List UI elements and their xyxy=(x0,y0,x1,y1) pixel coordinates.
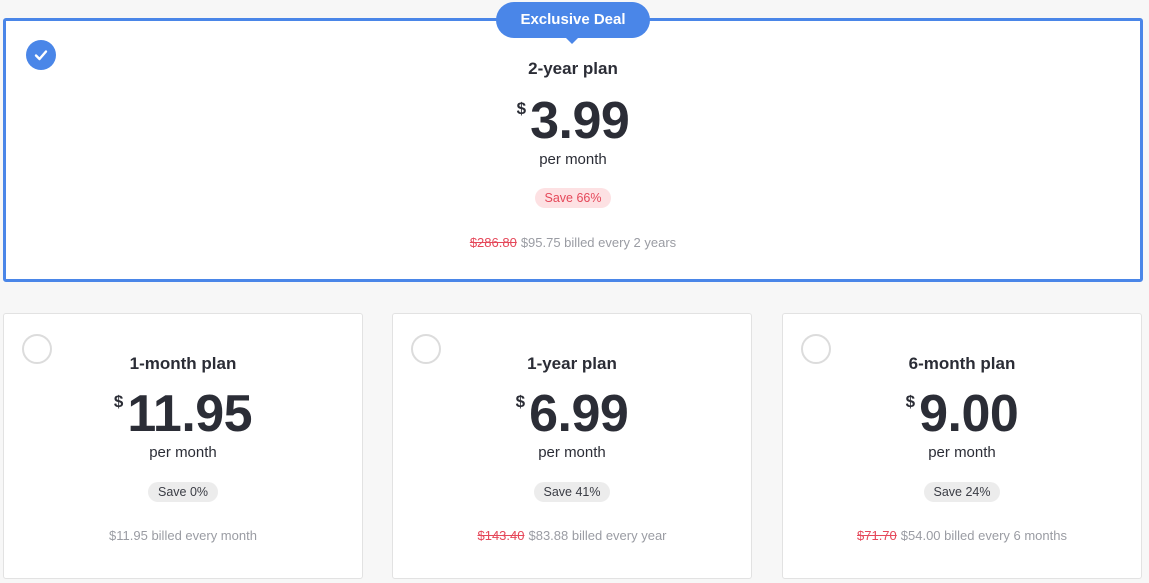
currency-symbol: $ xyxy=(516,99,527,118)
billing-info: $71.70 $54.00 billed every 6 months xyxy=(783,528,1141,543)
plan-card-2-year[interactable]: 2-year plan $ 3.99 per month Save 66% $2… xyxy=(3,18,1143,282)
original-price: $286.80 xyxy=(469,235,517,250)
save-badge: Save 0% xyxy=(147,482,219,502)
billed-text: $95.75 billed every 2 years xyxy=(520,235,677,250)
pricing-page: Exclusive Deal 2-year plan $ 3.99 per mo… xyxy=(0,0,1149,583)
per-month-label: per month xyxy=(538,444,606,461)
plan-name: 2-year plan xyxy=(528,59,618,78)
price: $ 11.95 xyxy=(4,386,362,442)
plan-name: 1-year plan xyxy=(527,354,617,373)
save-badge: Save 41% xyxy=(533,482,611,502)
price-amount: 9.00 xyxy=(919,385,1019,443)
exclusive-deal-badge: Exclusive Deal xyxy=(496,2,650,44)
billing-info: $286.80 $95.75 billed every 2 years xyxy=(6,235,1140,250)
badge-pointer xyxy=(565,37,579,44)
exclusive-deal-label: Exclusive Deal xyxy=(520,11,626,28)
plan-card-1-year[interactable]: 1-year plan $ 6.99 per month Save 41% $1… xyxy=(392,313,752,579)
currency-symbol: $ xyxy=(905,392,916,411)
original-price: $143.40 xyxy=(477,528,525,543)
billed-text: $11.95 billed every month xyxy=(109,528,257,543)
price: $ 9.00 xyxy=(783,386,1141,442)
per-month-label: per month xyxy=(539,151,607,168)
per-month-label: per month xyxy=(928,444,996,461)
original-price: $71.70 xyxy=(857,528,897,543)
plan-name: 6-month plan xyxy=(908,354,1016,373)
price: $ 3.99 xyxy=(6,93,1140,149)
currency-symbol: $ xyxy=(113,392,124,411)
billing-info: $143.40 $83.88 billed every year xyxy=(393,528,751,543)
billed-text: $54.00 billed every 6 months xyxy=(900,528,1067,543)
save-badge: Save 66% xyxy=(534,188,612,208)
billing-info: $11.95 billed every month xyxy=(4,528,362,543)
billed-text: $83.88 billed every year xyxy=(528,528,667,543)
save-badge: Save 24% xyxy=(923,482,1001,502)
price-amount: 6.99 xyxy=(529,385,629,443)
plan-name: 1-month plan xyxy=(129,354,237,373)
price-amount: 11.95 xyxy=(127,385,253,443)
price: $ 6.99 xyxy=(393,386,751,442)
plan-card-6-month[interactable]: 6-month plan $ 9.00 per month Save 24% $… xyxy=(782,313,1142,579)
price-amount: 3.99 xyxy=(530,92,630,150)
plan-card-1-month[interactable]: 1-month plan $ 11.95 per month Save 0% $… xyxy=(3,313,363,579)
currency-symbol: $ xyxy=(515,392,526,411)
per-month-label: per month xyxy=(149,444,217,461)
